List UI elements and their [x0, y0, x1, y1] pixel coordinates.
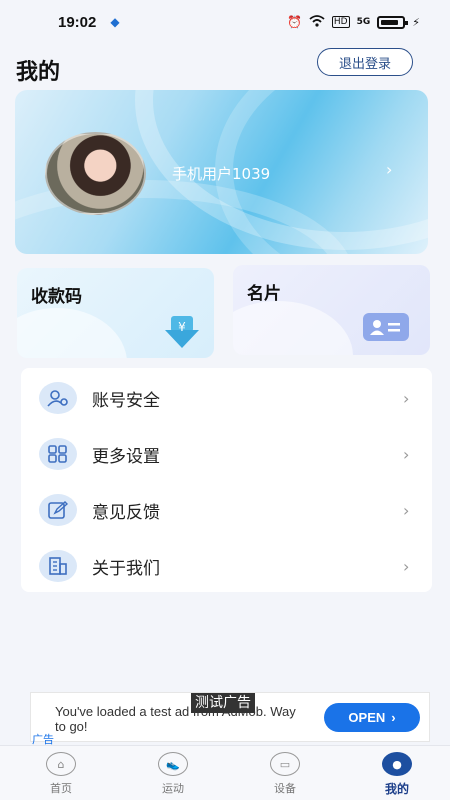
menu-item-account-security[interactable]: 账号安全 › [21, 370, 432, 426]
settings-menu: 账号安全 › 更多设置 › 意见反馈 › 关于我们 › [21, 368, 432, 592]
page-title: 我的 [16, 60, 61, 85]
menu-item-about-us[interactable]: 关于我们 › [21, 538, 432, 594]
ad-banner[interactable]: You've loaded a test ad from AdMob. Way … [30, 692, 430, 742]
bottom-tab-bar: ⌂ 首页 👟 运动 ▭ 设备 ● 我的 [0, 745, 450, 800]
username: 手机用户1039 [172, 165, 271, 183]
menu-label: 更多设置 [92, 446, 160, 467]
ad-text: You've loaded a test ad from AdMob. Way … [55, 704, 296, 734]
menu-item-feedback[interactable]: 意见反馈 › [21, 482, 432, 538]
more-settings-icon [39, 438, 77, 470]
chevron-right-icon: › [403, 444, 410, 464]
chevron-right-icon: › [403, 556, 410, 576]
business-card-label: 名片 [247, 284, 281, 304]
yuan-download-icon: ¥ [165, 316, 209, 352]
tab-label: 运动 [162, 782, 184, 795]
about-us-icon [39, 550, 77, 582]
chevron-right-icon: › [403, 388, 410, 408]
battery-icon [377, 15, 409, 29]
ad-open-button[interactable]: OPEN › [324, 703, 420, 732]
account-security-icon [39, 382, 77, 414]
ad-open-label: OPEN [348, 710, 386, 725]
tab-label: 我的 [384, 782, 409, 796]
menu-label: 账号安全 [92, 390, 160, 411]
tab-label: 首页 [50, 782, 72, 795]
tab-label: 设备 [274, 782, 296, 795]
payment-code-label: 收款码 [31, 287, 82, 307]
svg-text:¥: ¥ [178, 320, 186, 334]
tab-sport[interactable]: 👟 运动 [138, 752, 208, 796]
test-ad-badge: 测试广告 [191, 693, 255, 713]
status-icons: ⏰ HD 5G ⚡ [286, 14, 420, 30]
tab-device[interactable]: ▭ 设备 [250, 752, 320, 796]
logout-button[interactable]: 退出登录 [317, 48, 413, 76]
tab-mine[interactable]: ● 我的 [362, 752, 432, 797]
chevron-right-icon[interactable]: › [386, 160, 392, 179]
app-notification-icon: ◆ [110, 15, 120, 29]
menu-label: 意见反馈 [92, 502, 160, 523]
alarm-icon: ⏰ [286, 15, 302, 29]
wifi-icon [309, 14, 325, 30]
signal-icon: 5G [356, 17, 371, 27]
business-card-tile[interactable]: 名片 [233, 265, 430, 355]
status-time: 19:02 [58, 13, 97, 31]
payment-code-tile[interactable]: 收款码 ¥ [17, 268, 214, 358]
device-icon: ▭ [270, 752, 300, 776]
id-card-icon [363, 313, 409, 341]
menu-item-more-settings[interactable]: 更多设置 › [21, 426, 432, 482]
avatar[interactable] [45, 132, 146, 215]
tab-home[interactable]: ⌂ 首页 [26, 752, 96, 796]
hd-icon: HD [331, 16, 350, 28]
feedback-icon [39, 494, 77, 526]
home-icon: ⌂ [46, 752, 76, 776]
chevron-right-icon: › [391, 710, 396, 725]
charging-icon: ⚡ [412, 15, 420, 29]
user-icon: ● [382, 752, 412, 776]
menu-label: 关于我们 [92, 558, 160, 579]
status-bar: 19:02 ◆ ⏰ HD 5G ⚡ [0, 0, 450, 44]
chevron-right-icon: › [403, 500, 410, 520]
running-shoe-icon: 👟 [158, 752, 188, 776]
